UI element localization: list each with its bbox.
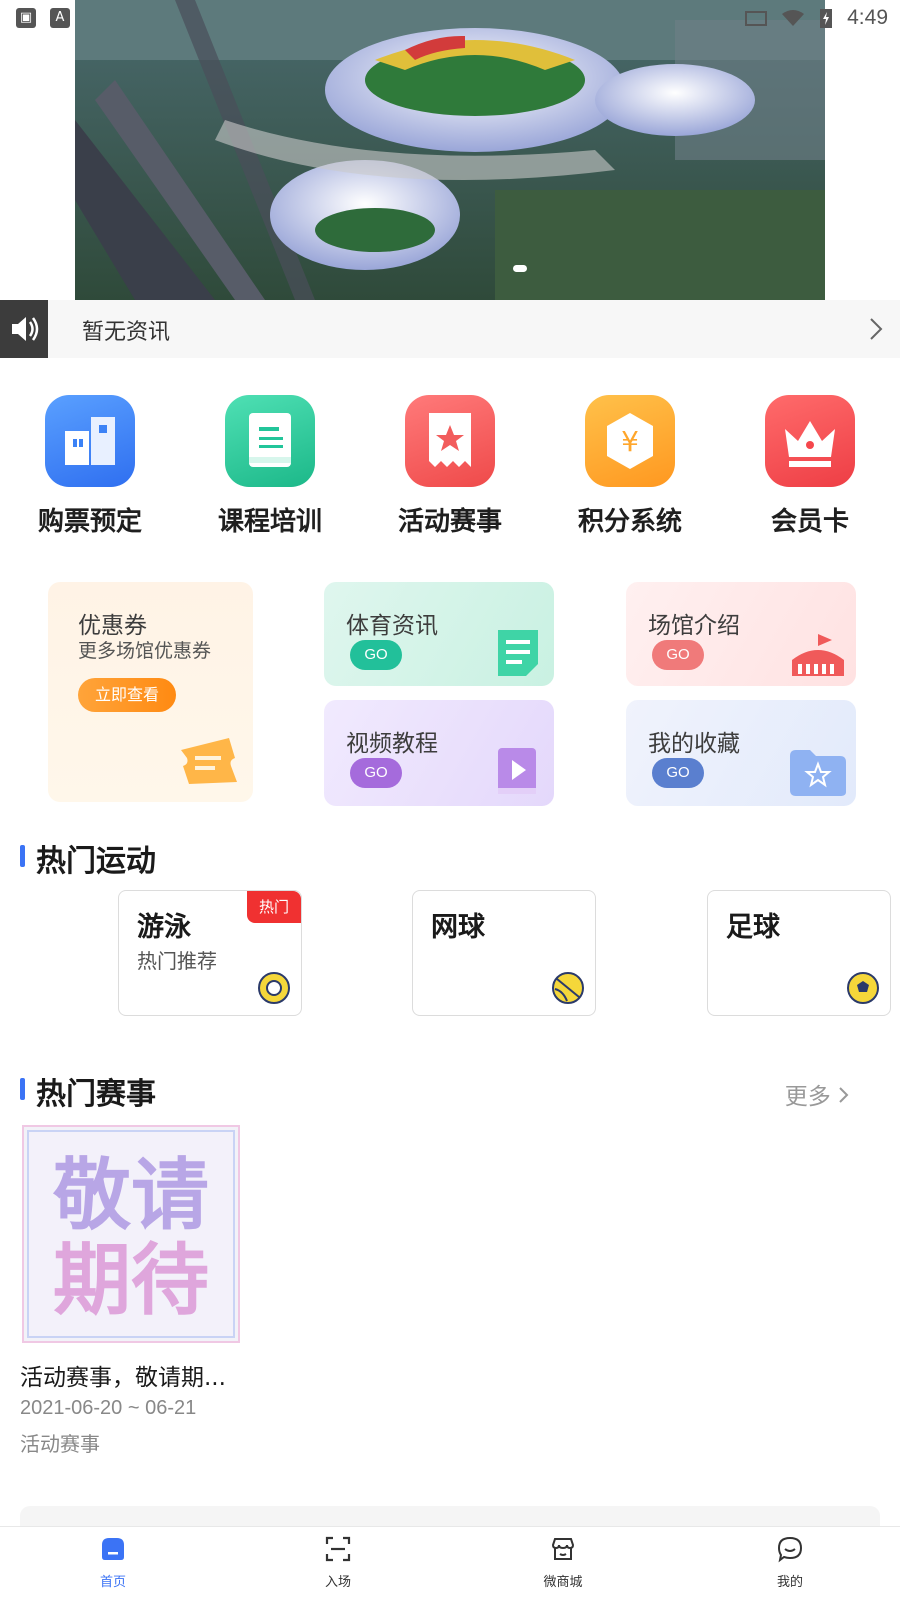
- crown-icon: [765, 395, 855, 487]
- favorites-title: 我的收藏: [648, 731, 740, 757]
- scan-icon: [325, 1536, 351, 1562]
- home-page: ▣ A 4:49 暂无资讯 购票预定 课程培训 活动赛事 ¥ 积分系统 会员卡 …: [0, 0, 900, 1600]
- tab-label: 我的: [776, 1575, 803, 1590]
- book-icon: [225, 395, 315, 487]
- tab-profile[interactable]: 我的: [740, 1535, 840, 1590]
- sport-name: 游泳: [137, 912, 191, 943]
- poster-line-1: 敬请: [52, 1151, 209, 1241]
- tab-shop[interactable]: 微商城: [513, 1535, 613, 1590]
- sport-card-tennis[interactable]: 网球: [412, 890, 596, 1016]
- status-bar: ▣ A 4:49: [0, 0, 900, 36]
- quick-menu: 购票预定 课程培训 活动赛事 ¥ 积分系统 会员卡: [0, 395, 900, 545]
- shop-icon: [551, 1538, 575, 1560]
- quick-item-events[interactable]: 活动赛事: [370, 395, 530, 538]
- ticket-icon: [181, 738, 237, 784]
- banner-carousel[interactable]: [75, 0, 825, 300]
- go-button[interactable]: GO: [652, 640, 704, 670]
- stadium-banner-image: [75, 0, 825, 300]
- quick-item-label: 活动赛事: [397, 507, 502, 537]
- coupon-subtitle: 更多场馆优惠券: [78, 640, 212, 662]
- svg-text:¥: ¥: [621, 425, 639, 458]
- sport-name: 足球: [726, 912, 780, 943]
- yen-hexagon-icon: ¥: [585, 395, 675, 487]
- quick-item-member-card[interactable]: 会员卡: [730, 395, 890, 538]
- video-tutorial-card[interactable]: 视频教程 GO: [324, 700, 554, 806]
- video-book-icon: [498, 748, 536, 794]
- cast-icon: [745, 11, 768, 26]
- stadium-icon: [792, 630, 844, 676]
- quick-item-label: 积分系统: [577, 507, 682, 537]
- video-tutorial-title: 视频教程: [346, 731, 438, 757]
- tab-entry[interactable]: 入场: [288, 1535, 388, 1590]
- go-button[interactable]: GO: [652, 758, 704, 788]
- coming-soon-poster-art: 敬请 期待: [27, 1130, 235, 1338]
- bottom-tab-bar: 首页 入场 微商城 我的: [0, 1526, 900, 1600]
- hot-sports-title: 热门运动: [20, 836, 156, 880]
- sport-name: 网球: [431, 912, 485, 943]
- event-poster[interactable]: 敬请 期待: [22, 1125, 240, 1343]
- sport-card-football[interactable]: 足球: [707, 890, 891, 1016]
- document-icon: [498, 630, 538, 676]
- quick-item-label: 课程培训: [217, 507, 322, 537]
- notice-text: 暂无资讯: [82, 320, 171, 345]
- chevron-right-icon: [870, 318, 883, 340]
- event-category: 活动赛事: [20, 1432, 100, 1456]
- quick-item-ticket-booking[interactable]: 购票预定: [10, 395, 170, 538]
- quick-item-label: 购票预定: [37, 507, 142, 537]
- quick-item-label: 会员卡: [770, 507, 849, 537]
- event-date: 2021-06-20 ~ 06-21: [20, 1397, 197, 1419]
- quick-item-course-training[interactable]: 课程培训: [190, 395, 350, 538]
- star-ticket-icon: [405, 395, 495, 487]
- building-icon: [45, 395, 135, 487]
- carousel-indicator[interactable]: [513, 265, 527, 272]
- go-button[interactable]: GO: [350, 640, 402, 670]
- more-link[interactable]: 更多: [785, 1077, 850, 1111]
- venue-intro-card[interactable]: 场馆介绍 GO: [626, 582, 856, 686]
- football-icon: [847, 972, 879, 1004]
- quick-item-points[interactable]: ¥ 积分系统: [550, 395, 710, 538]
- tab-label: 入场: [324, 1575, 351, 1590]
- sport-card-swimming[interactable]: 游泳 热门推荐 热门: [118, 890, 302, 1016]
- sport-subtitle: 热门推荐: [137, 949, 217, 973]
- wifi-icon: [782, 10, 805, 26]
- more-label: 更多: [784, 1084, 831, 1110]
- lifebuoy-icon: [258, 972, 290, 1004]
- hot-badge: 热门: [247, 891, 301, 923]
- clock: 4:49: [847, 6, 888, 29]
- sports-news-title: 体育资讯: [346, 613, 438, 639]
- sports-news-card[interactable]: 体育资讯 GO: [324, 582, 554, 686]
- chat-profile-icon: [777, 1536, 803, 1563]
- battery-icon: [820, 9, 833, 28]
- coupon-card[interactable]: 优惠券 更多场馆优惠券 立即查看: [48, 582, 253, 802]
- favorites-card[interactable]: 我的收藏 GO: [626, 700, 856, 806]
- venue-intro-title: 场馆介绍: [648, 613, 740, 639]
- hot-events-title: 热门赛事: [20, 1069, 156, 1113]
- tennis-ball-icon: [552, 972, 584, 1004]
- notice-bar[interactable]: 暂无资讯: [0, 300, 900, 358]
- coupon-title: 优惠券: [78, 613, 147, 639]
- home-icon: [102, 1538, 124, 1560]
- event-title[interactable]: 活动赛事，敬请期...: [20, 1358, 226, 1392]
- go-button[interactable]: GO: [350, 758, 402, 788]
- poster-line-2: 期待: [53, 1236, 209, 1326]
- tab-label: 微商城: [543, 1575, 583, 1590]
- star-folder-icon: [790, 750, 846, 796]
- tab-label: 首页: [99, 1575, 126, 1590]
- image-notification-icon: ▣: [16, 8, 36, 28]
- view-now-button[interactable]: 立即查看: [78, 678, 176, 712]
- chevron-right-icon: [839, 1087, 849, 1103]
- speaker-icon: [0, 300, 48, 358]
- tab-home[interactable]: 首页: [63, 1535, 163, 1590]
- text-notification-icon: A: [50, 8, 70, 28]
